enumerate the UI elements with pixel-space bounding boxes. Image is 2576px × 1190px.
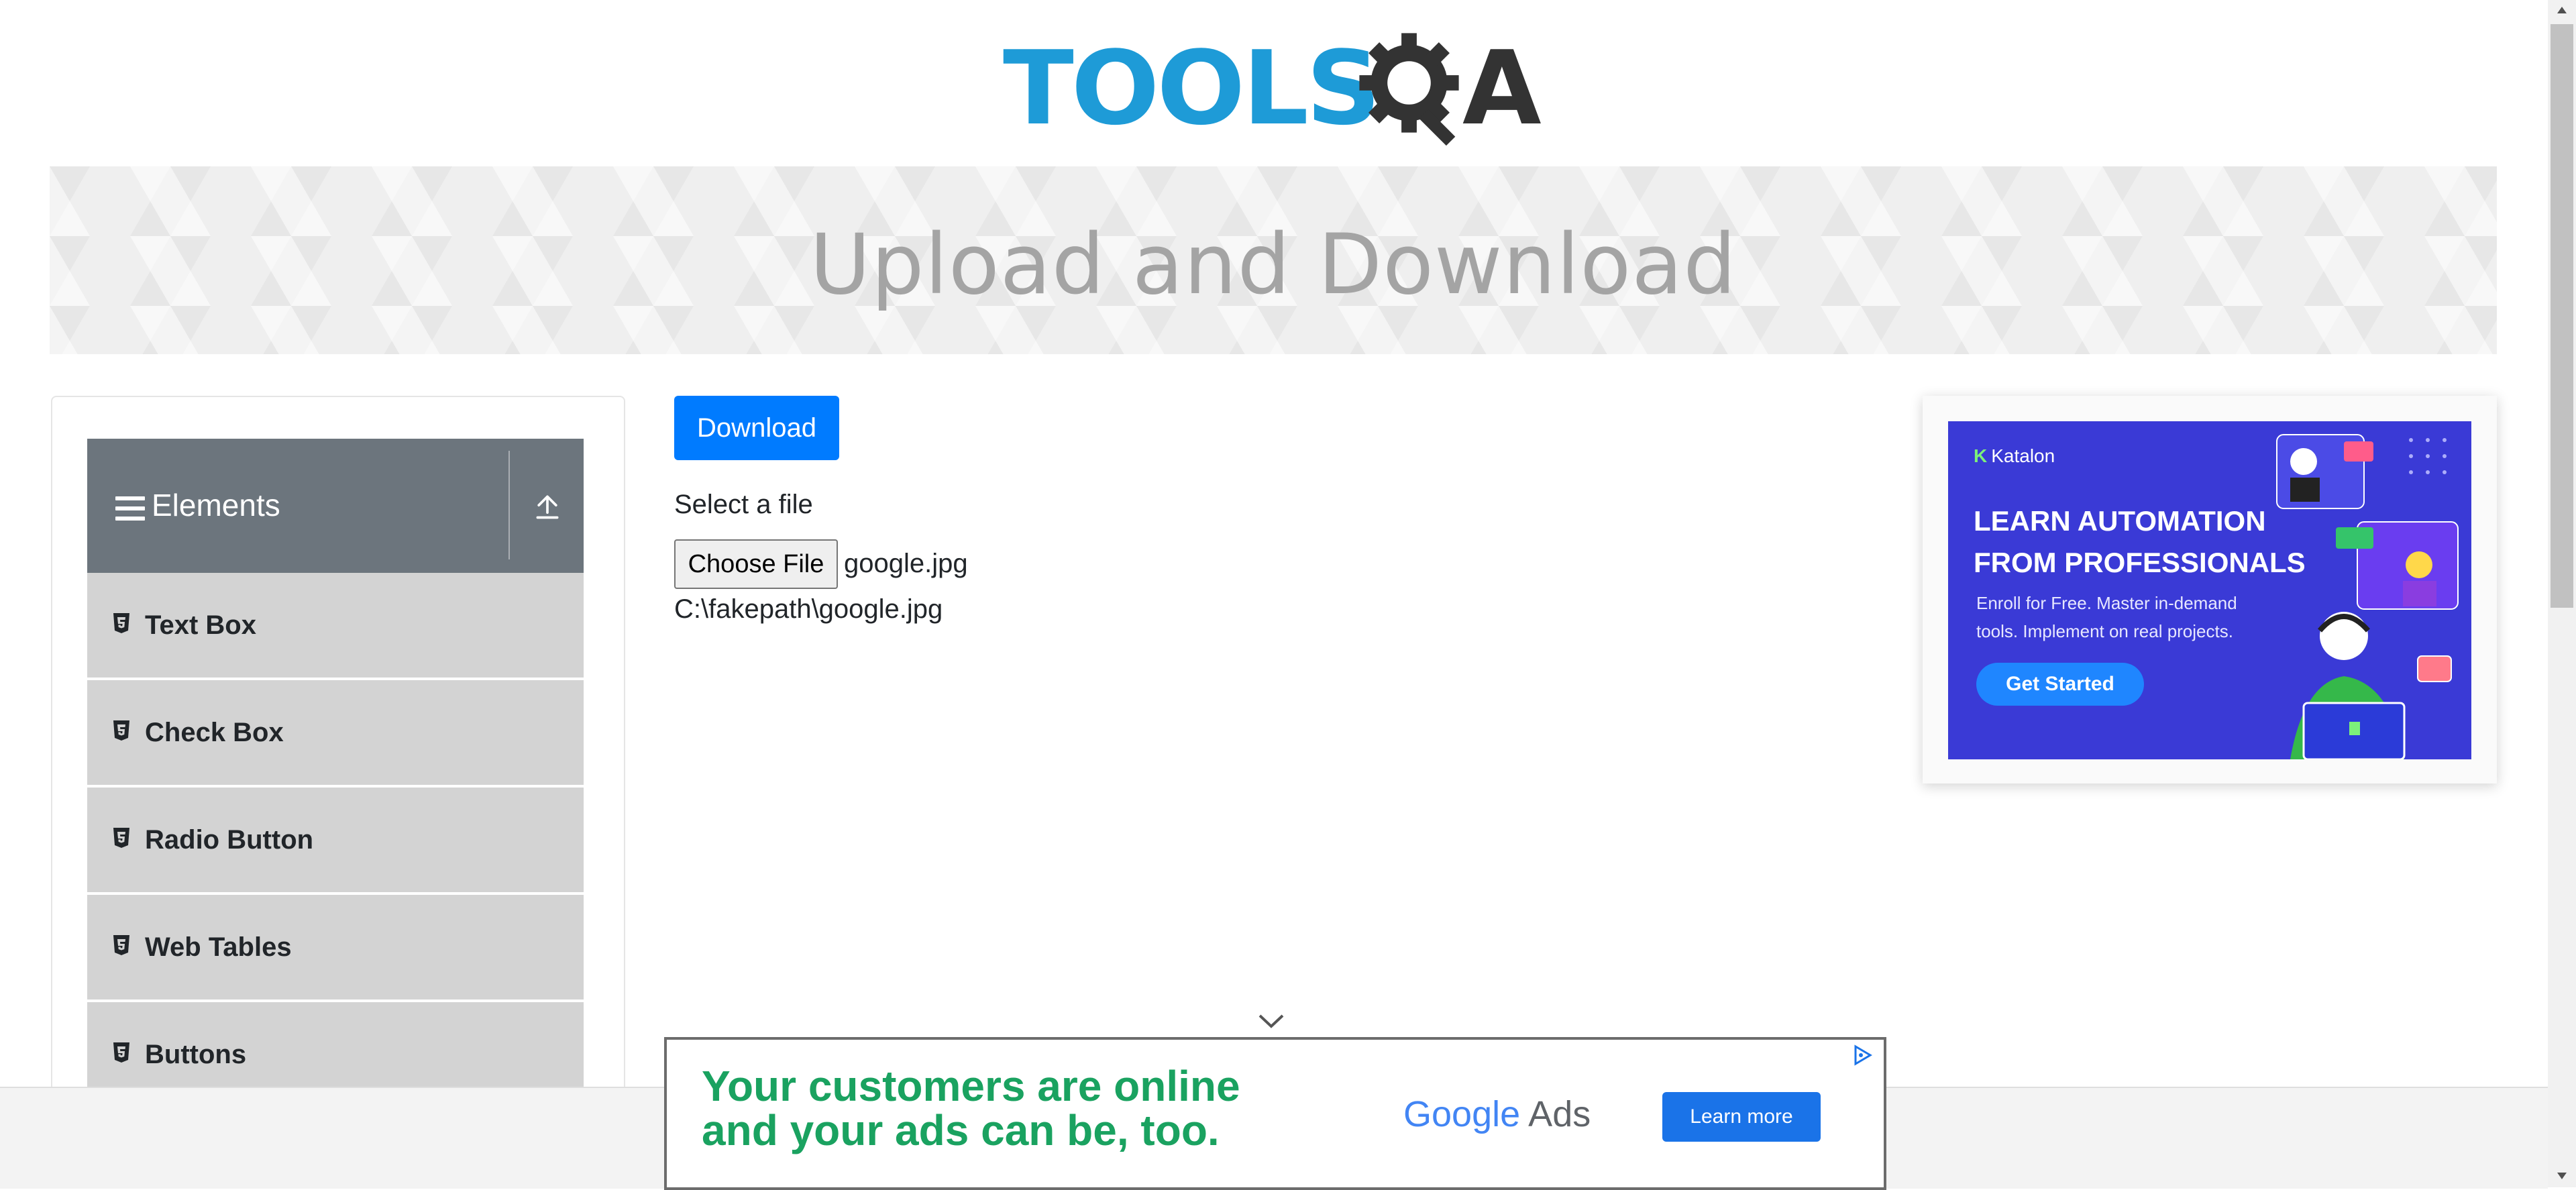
html5-icon (113, 720, 129, 741)
sidebar-item-label: Buttons (145, 1040, 247, 1069)
ad-brand: K Katalon (1974, 445, 2055, 466)
sidebar-item-check-box[interactable]: Check Box (87, 680, 584, 788)
uploaded-file-path: C:\fakepath\google.jpg (674, 594, 943, 624)
ad-message: Your customers are online and your ads c… (702, 1062, 1240, 1154)
scrollbar-thumb[interactable] (2551, 24, 2573, 608)
divider (508, 451, 510, 559)
chosen-file-name: google.jpg (844, 549, 968, 578)
hamburger-icon (115, 496, 145, 521)
choose-file-button[interactable]: Choose File (674, 539, 838, 589)
logo-tools-text: TOOLS (1003, 29, 1381, 148)
chevron-down-icon[interactable] (1257, 1013, 1285, 1029)
logo-a-text: A (1462, 29, 1542, 148)
ad-subtext: Enroll for Free. Master in-demand tools.… (1976, 593, 2237, 641)
google-ads-logo: Google Ads (1403, 1094, 1591, 1134)
vertical-scrollbar[interactable] (2548, 0, 2576, 1187)
sidebar-group-title: Elements (152, 488, 280, 523)
html5-icon (113, 935, 129, 955)
sidebar-item-label: Text Box (145, 610, 256, 640)
sidebar: Elements Text Box Check Box Radio Button… (51, 396, 625, 1189)
learn-more-button[interactable]: Learn more (1662, 1092, 1821, 1142)
html5-icon (113, 613, 129, 633)
html5-icon (113, 1042, 129, 1063)
sidebar-item-radio-button[interactable]: Radio Button (87, 788, 584, 895)
sidebar-item-web-tables[interactable]: Web Tables (87, 895, 584, 1002)
katalon-logo-icon: K (1974, 445, 1988, 466)
sidebar-item-label: Radio Button (145, 825, 314, 855)
select-file-label: Select a file (674, 490, 813, 519)
toolsqa-logo[interactable]: TOOLS A (1003, 25, 1550, 153)
page-title: Upload and Download (810, 217, 1737, 313)
scroll-down-arrow-icon[interactable] (2556, 1171, 2568, 1181)
page-banner: Upload and Download (50, 166, 2497, 354)
google-wordmark: Google (1403, 1094, 1521, 1134)
upload-arrow-icon[interactable] (533, 491, 562, 522)
sidebar-item-text-box[interactable]: Text Box (87, 573, 584, 680)
adchoices-icon[interactable] (1850, 1044, 1874, 1067)
side-ad-card[interactable]: K Katalon LEARN AUTOMATION FROM PROFESSIO… (1923, 396, 2497, 783)
scroll-up-arrow-icon[interactable] (2556, 5, 2568, 15)
get-started-button[interactable]: Get Started (1976, 663, 2144, 706)
ad-headline: LEARN AUTOMATION FROM PROFESSIONALS (1974, 505, 2306, 578)
sidebar-item-label: Check Box (145, 718, 284, 747)
download-button[interactable]: Download (674, 396, 839, 460)
html5-icon (113, 828, 129, 848)
katalon-ad[interactable]: K Katalon LEARN AUTOMATION FROM PROFESSIO… (1948, 421, 2471, 759)
sidebar-group-elements[interactable]: Elements (87, 439, 584, 573)
sidebar-item-label: Web Tables (145, 932, 292, 962)
google-ad-banner[interactable]: Your customers are online and your ads c… (664, 1037, 1886, 1190)
people-illustration-icon (2276, 434, 2459, 759)
gear-magnifier-icon (1359, 33, 1459, 146)
